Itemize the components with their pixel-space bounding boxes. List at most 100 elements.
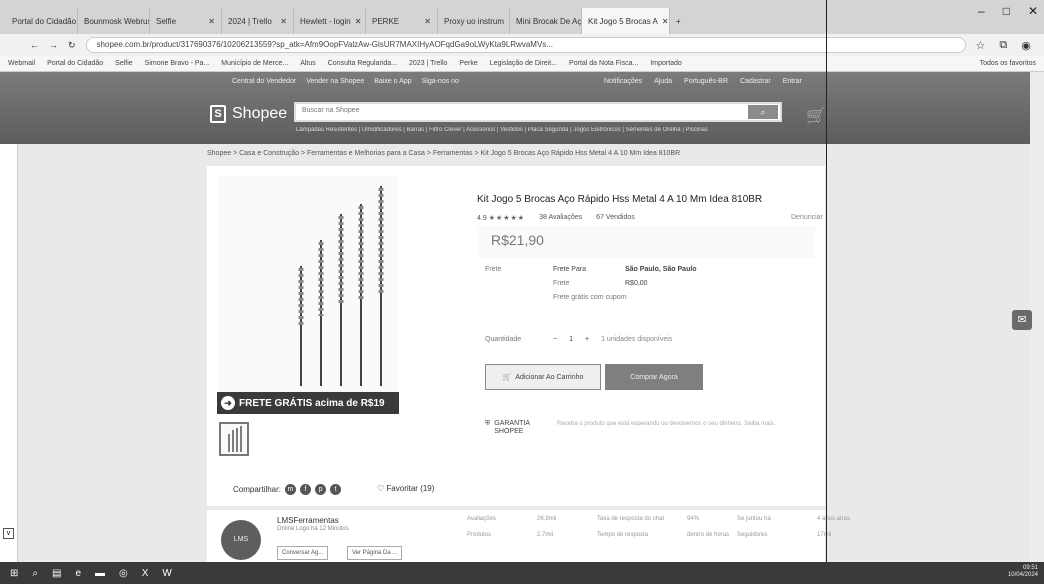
cart-icon[interactable]: 🛒 [806,106,826,126]
messenger-icon[interactable]: m [285,484,297,495]
help-link[interactable]: Ajuda [654,78,672,85]
close-icon[interactable]: ✕ [355,17,362,26]
browser-tab[interactable]: Mini Brocak De Aço✕ [510,8,582,34]
twitter-icon[interactable]: t [330,484,342,495]
bookmark-item[interactable]: 2023 | Trello [409,60,447,67]
signup-link[interactable]: Cadastrar [740,78,771,85]
browser-tab[interactable]: 2024 | Trello ✕ [222,8,294,34]
browser-tab-active[interactable]: Kit Jogo 5 Brocas A ✕ [582,8,670,34]
browser-tab[interactable]: PERKE ✕ [366,8,438,34]
close-window-icon[interactable]: ✕ [1028,4,1038,18]
follow-us-link[interactable]: Siga-nos no [422,78,459,85]
floating-chat-icon[interactable]: ✉ [1012,310,1032,330]
url-field[interactable]: shopee.com.br/product/317690376/10206213… [85,37,966,53]
shipping-to-label: Frete Para [553,266,587,273]
bookmark-item[interactable]: Importado [650,60,682,67]
bookmark-item[interactable]: Perke [459,60,477,67]
view-shop-button[interactable]: Ver Página Da ... [347,546,403,560]
download-app-link[interactable]: Baixe o App [374,78,411,85]
breadcrumb[interactable]: Shopee > Casa e Construção > Ferramentas… [207,150,680,157]
price-box: R$21,90 [477,226,815,258]
bookmark-item[interactable]: Consulta Regularida... [328,60,397,67]
bookmark-item[interactable]: Legislação de Direit... [490,60,557,67]
bookmark-star-icon[interactable]: ☆ [976,39,986,52]
notifications-link[interactable]: Notificações [604,78,642,85]
chrome-icon[interactable]: ◎ [119,568,128,579]
add-to-cart-button[interactable]: 🛒 Adicionar Ao Carrinho [485,364,601,390]
shield-icon: ⛨ [485,420,491,427]
browser-tab[interactable]: Portal do Cidadão✕ [6,8,78,34]
extensions-icon[interactable]: ⧉ [999,39,1007,52]
bookmark-item[interactable]: Simone Bravo - Pa... [145,60,210,67]
chat-now-button[interactable]: Conversar Ag... [277,546,329,560]
decrease-quantity-button[interactable]: − [553,336,557,343]
file-explorer-icon[interactable]: ▬ [95,568,105,579]
browser-actions: ☆ ⧉ ◉ ⋮ [976,39,1044,52]
quantity-value[interactable]: 1 [569,336,573,343]
seller-center-link[interactable]: Central do Vendedor [232,78,296,85]
product-title: Kit Jogo 5 Brocas Aço Rápido Hss Metal 4… [477,194,763,205]
close-icon[interactable]: ✕ [208,17,215,26]
excel-icon[interactable]: X [142,568,149,579]
browser-tab[interactable]: Proxy uo instrum✕ [438,8,510,34]
increase-quantity-button[interactable]: + [585,336,589,343]
shipping-cost[interactable]: R$0,00 [625,280,648,287]
close-icon[interactable]: ✕ [424,17,431,26]
browser-tab[interactable]: Bounmosk Webrus✕ [78,8,150,34]
language-select[interactable]: Português-BR [684,78,728,85]
bookmark-item[interactable]: Webmail [8,60,35,67]
edge-icon[interactable]: e [75,568,81,579]
seller-panel: LMS LMSFerramentas Online Logo há 12 Min… [207,510,850,562]
bookmark-item[interactable]: Portal da Nota Fisca... [569,60,638,67]
taskbar-clock[interactable]: 09:51 10/04/2024 [1008,565,1038,579]
stat-value: 4 anos atrás [817,516,851,522]
all-bookmarks-button[interactable]: Todos os favoritos [980,60,1036,67]
buy-now-button[interactable]: Comprar Agora [605,364,703,390]
product-image[interactable]: ➜ FRETE GRÁTIS acima de R$19 [217,176,399,414]
bookmarks-bar: Webmail Portal do Cidadão Selfie Simone … [0,56,1044,72]
close-icon[interactable]: ✕ [662,17,669,26]
bookmark-item[interactable]: Selfie [115,60,133,67]
pinterest-icon[interactable]: p [315,484,327,495]
search-input[interactable]: Buscar na Shopee ⌕ [294,102,782,122]
task-view-icon[interactable]: ▤ [52,568,61,579]
seller-avatar[interactable]: LMS [221,520,261,560]
search-button[interactable]: ⌕ [748,105,778,119]
reload-icon[interactable]: ↻ [68,40,76,51]
rating-summary[interactable]: 4.9 ★★★★★ [477,214,525,222]
shipping-coupon-note: Frete grátis com cupom [553,294,627,301]
bookmark-item[interactable]: Município de Merce... [221,60,288,67]
profile-icon[interactable]: ◉ [1021,39,1031,52]
product-thumbnail[interactable] [219,422,249,456]
bookmark-item[interactable]: Portal do Cidadão [47,60,103,67]
back-icon[interactable]: ← [30,40,39,50]
reviews-summary[interactable]: 38 Avaliações [539,214,582,222]
close-icon[interactable]: ✕ [280,17,287,26]
browser-tab[interactable]: Selfie ✕ [150,8,222,34]
search-taskbar-icon[interactable]: ⌕ [32,568,38,579]
stat-value: 26,9mil [537,516,557,522]
seller-name[interactable]: LMSFerramentas [277,516,339,525]
sold-count: 67 [596,214,604,221]
windows-start-icon[interactable]: ⊞ [10,568,18,579]
favorite-button[interactable]: ♡ Favoritar (19) [377,484,434,493]
bookmark-item[interactable]: Altus [300,60,316,67]
shopee-logo[interactable]: S Shopee [210,105,287,123]
browser-tab[interactable]: Hewlett - login ✕ [294,8,366,34]
new-tab-button[interactable]: + [670,8,690,34]
shipping-destination[interactable]: São Paulo, São Paulo [625,266,697,273]
login-link[interactable]: Entrar [783,78,802,85]
forward-icon[interactable]: → [49,40,58,50]
search-suggestions[interactable]: Lâmpadas Resistentes | Umidificadores | … [296,127,776,133]
word-icon[interactable]: W [162,568,171,579]
minimize-icon[interactable]: – [978,4,985,18]
stat-label: Tempo de resposta [597,532,649,538]
report-link[interactable]: Denunciar [791,214,823,221]
stat-label: Se juntou há [737,516,771,522]
tab-label: 2024 | Trello [228,16,272,26]
page-scrollbar[interactable] [1030,72,1044,562]
scroll-down-icon[interactable]: v [3,528,14,539]
sell-link[interactable]: Vender na Shopee [306,78,364,85]
maximize-icon[interactable]: □ [1003,4,1010,18]
facebook-icon[interactable]: f [300,484,312,495]
